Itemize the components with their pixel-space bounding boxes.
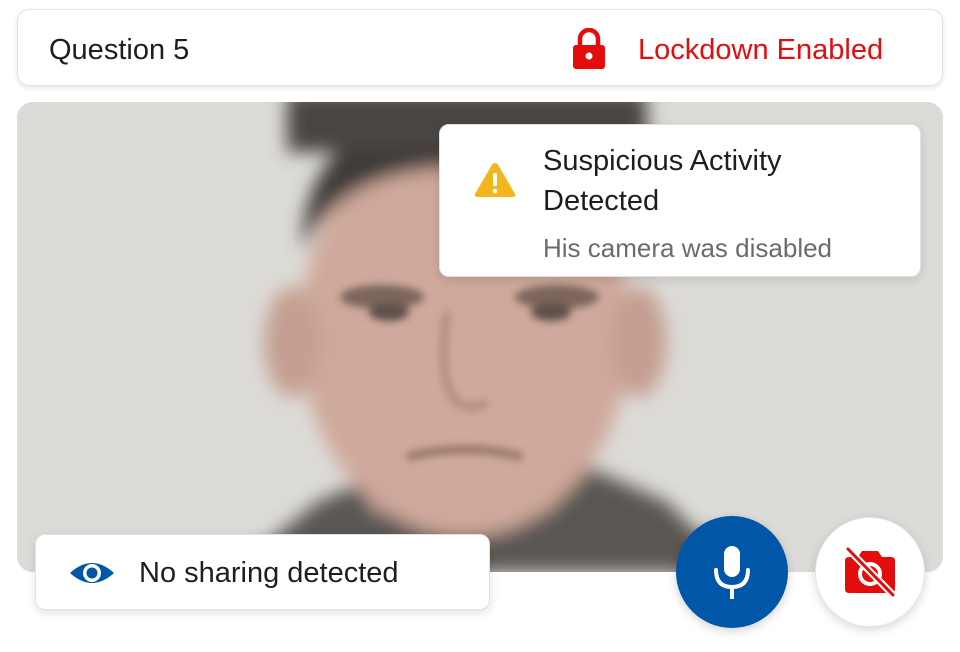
- microphone-button[interactable]: [676, 516, 788, 628]
- screen-sharing-status: No sharing detected: [35, 534, 490, 610]
- lockdown-status: Lockdown Enabled: [638, 34, 884, 66]
- alert-title: Suspicious Activity Detected: [543, 145, 782, 217]
- sharing-status-label: No sharing detected: [139, 557, 399, 589]
- warning-icon: [474, 163, 516, 197]
- suspicious-activity-alert: Suspicious Activity Detected His camera …: [439, 124, 921, 277]
- eye-icon: [70, 563, 114, 583]
- camera-off-icon: [844, 547, 897, 597]
- microphone-icon: [714, 546, 750, 599]
- question-title: Question 5: [49, 34, 190, 66]
- lock-icon: [573, 28, 605, 69]
- camera-toggle-button[interactable]: [815, 517, 925, 627]
- exam-header: Question 5 Lockdown Enabled: [17, 9, 943, 86]
- alert-message: His camera was disabled: [543, 233, 833, 263]
